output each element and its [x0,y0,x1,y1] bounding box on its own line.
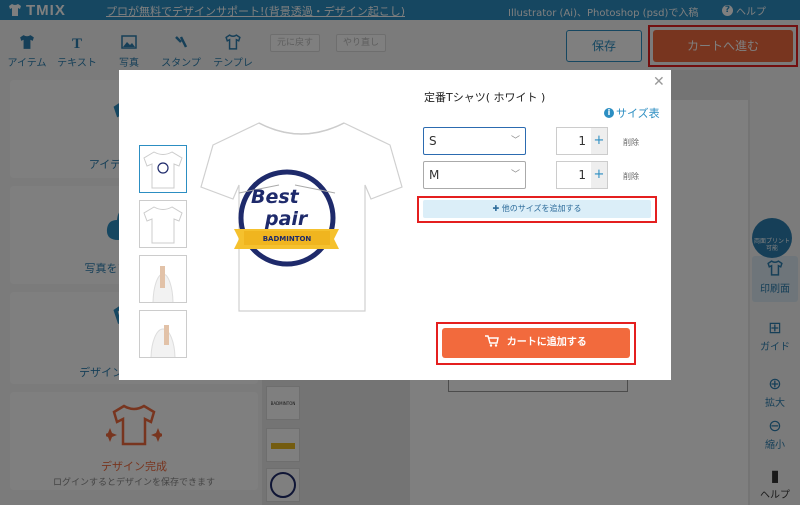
plus-icon[interactable]: + [591,162,607,188]
qty-stepper-1[interactable]: 1 + [556,127,608,155]
design-text-line2: pair [264,208,309,230]
design-text-line1: Best [251,186,300,208]
qty-value-1: 1 [578,134,586,148]
product-thumb-front[interactable] [139,200,187,248]
add-to-cart-highlight [436,322,636,365]
plus-icon[interactable]: + [591,128,607,154]
design-ribbon-text: BADMINTON [263,235,312,243]
close-icon[interactable]: ✕ [653,74,665,90]
product-title: 定番Tシャツ( ホワイト ) [424,91,546,104]
product-thumb-front-design[interactable] [139,145,187,193]
size-select-2-value: M [429,168,440,182]
qty-stepper-2[interactable]: 1 + [556,161,608,189]
chevron-down-icon: ﹀ [510,136,520,146]
chevron-down-icon: ﹀ [510,170,520,180]
product-thumb-model-front[interactable] [139,310,187,358]
size-select-1[interactable]: S ﹀ [423,127,526,155]
product-thumb-model-side[interactable] [139,255,187,303]
qty-value-2: 1 [578,168,586,182]
add-to-cart-modal: ✕ Best pair BADMINTON 定番Tシャツ( ホワイト ) i サ… [119,70,671,380]
info-icon: i [604,108,614,118]
delete-button-1[interactable]: 削除 [623,137,639,148]
size-chart-label: サイズ表 [616,107,660,120]
size-select-1-value: S [429,134,437,148]
size-select-2[interactable]: M ﹀ [423,161,526,189]
size-chart-link[interactable]: i サイズ表 [604,105,660,121]
product-main-image: Best pair BADMINTON [200,122,403,312]
delete-button-2[interactable]: 削除 [623,171,639,182]
add-size-highlight [417,196,657,223]
